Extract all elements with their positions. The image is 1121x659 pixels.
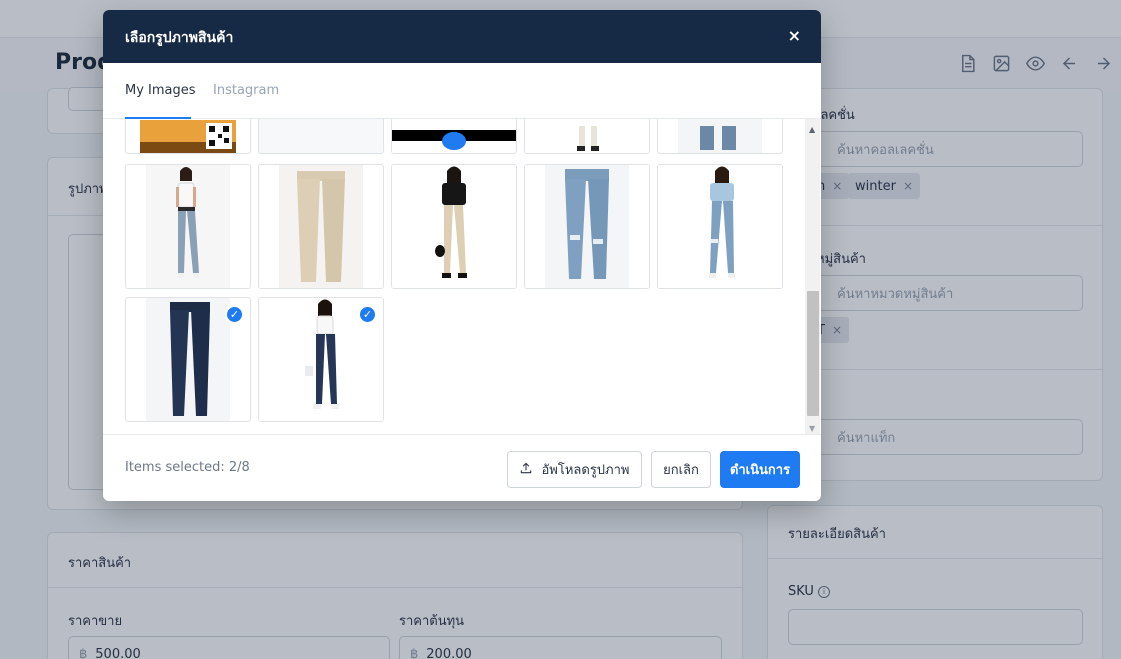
image-grid: ✓ ✓ [103,119,821,435]
model-legs-image [525,119,649,153]
upload-icon [519,461,533,479]
image-thumbnail-selected[interactable]: ✓ [125,297,251,422]
image-thumbnail[interactable] [391,164,517,289]
image-thumbnail-selected[interactable]: ✓ [258,297,384,422]
items-selected-count: Items selected: 2/8 [125,460,250,475]
model-black-shirt-beige-pants-image [392,165,516,288]
selected-check-icon: ✓ [358,305,377,324]
image-thumbnail[interactable] [657,119,783,154]
black-banner-image [392,119,516,153]
image-picker-modal: เลือกรูปภาพสินค้า × My Images Instagram [103,10,821,501]
image-thumbnail[interactable] [657,164,783,289]
image-thumbnail[interactable] [524,164,650,289]
qr-banner-image [140,120,236,153]
source-tabs: My Images Instagram [103,63,821,119]
upload-button-label: อัพโหลดรูปภาพ [541,463,630,478]
image-thumbnail[interactable] [258,164,384,289]
proceed-button[interactable]: ดำเนินการ [720,451,800,488]
jeans-hem-image [678,119,762,153]
scroll-down-arrow-icon[interactable]: ▼ [809,424,815,433]
upload-image-button[interactable]: อัพโหลดรูปภาพ [507,451,642,488]
model-white-top-grey-jeans-image [146,165,230,288]
selected-check-icon: ✓ [225,305,244,324]
modal-header: เลือกรูปภาพสินค้า × [103,10,821,63]
ripped-blue-jeans-image [545,165,629,288]
image-thumbnail[interactable] [524,119,650,154]
scroll-thumb[interactable] [807,291,819,416]
image-thumbnail[interactable] [391,119,517,154]
tab-instagram[interactable]: Instagram [213,83,279,98]
image-thumbnail[interactable] [125,119,251,154]
close-icon[interactable]: × [788,27,801,45]
cancel-button[interactable]: ยกเลิก [651,451,711,488]
image-grid-scrollbar[interactable]: ▲ ▼ [805,119,820,435]
beige-trousers-image [279,165,363,288]
modal-footer: Items selected: 2/8 อัพโหลดรูปภาพ ยกเลิก… [103,434,821,501]
image-thumbnail[interactable] [258,119,384,154]
modal-title: เลือกรูปภาพสินค้า [125,30,234,46]
blank-image [259,119,383,153]
scroll-up-arrow-icon[interactable]: ▲ [809,125,815,134]
model-blue-top-ripped-jeans-image [658,165,782,288]
tab-my-images[interactable]: My Images [125,83,196,98]
image-thumbnail[interactable] [125,164,251,289]
